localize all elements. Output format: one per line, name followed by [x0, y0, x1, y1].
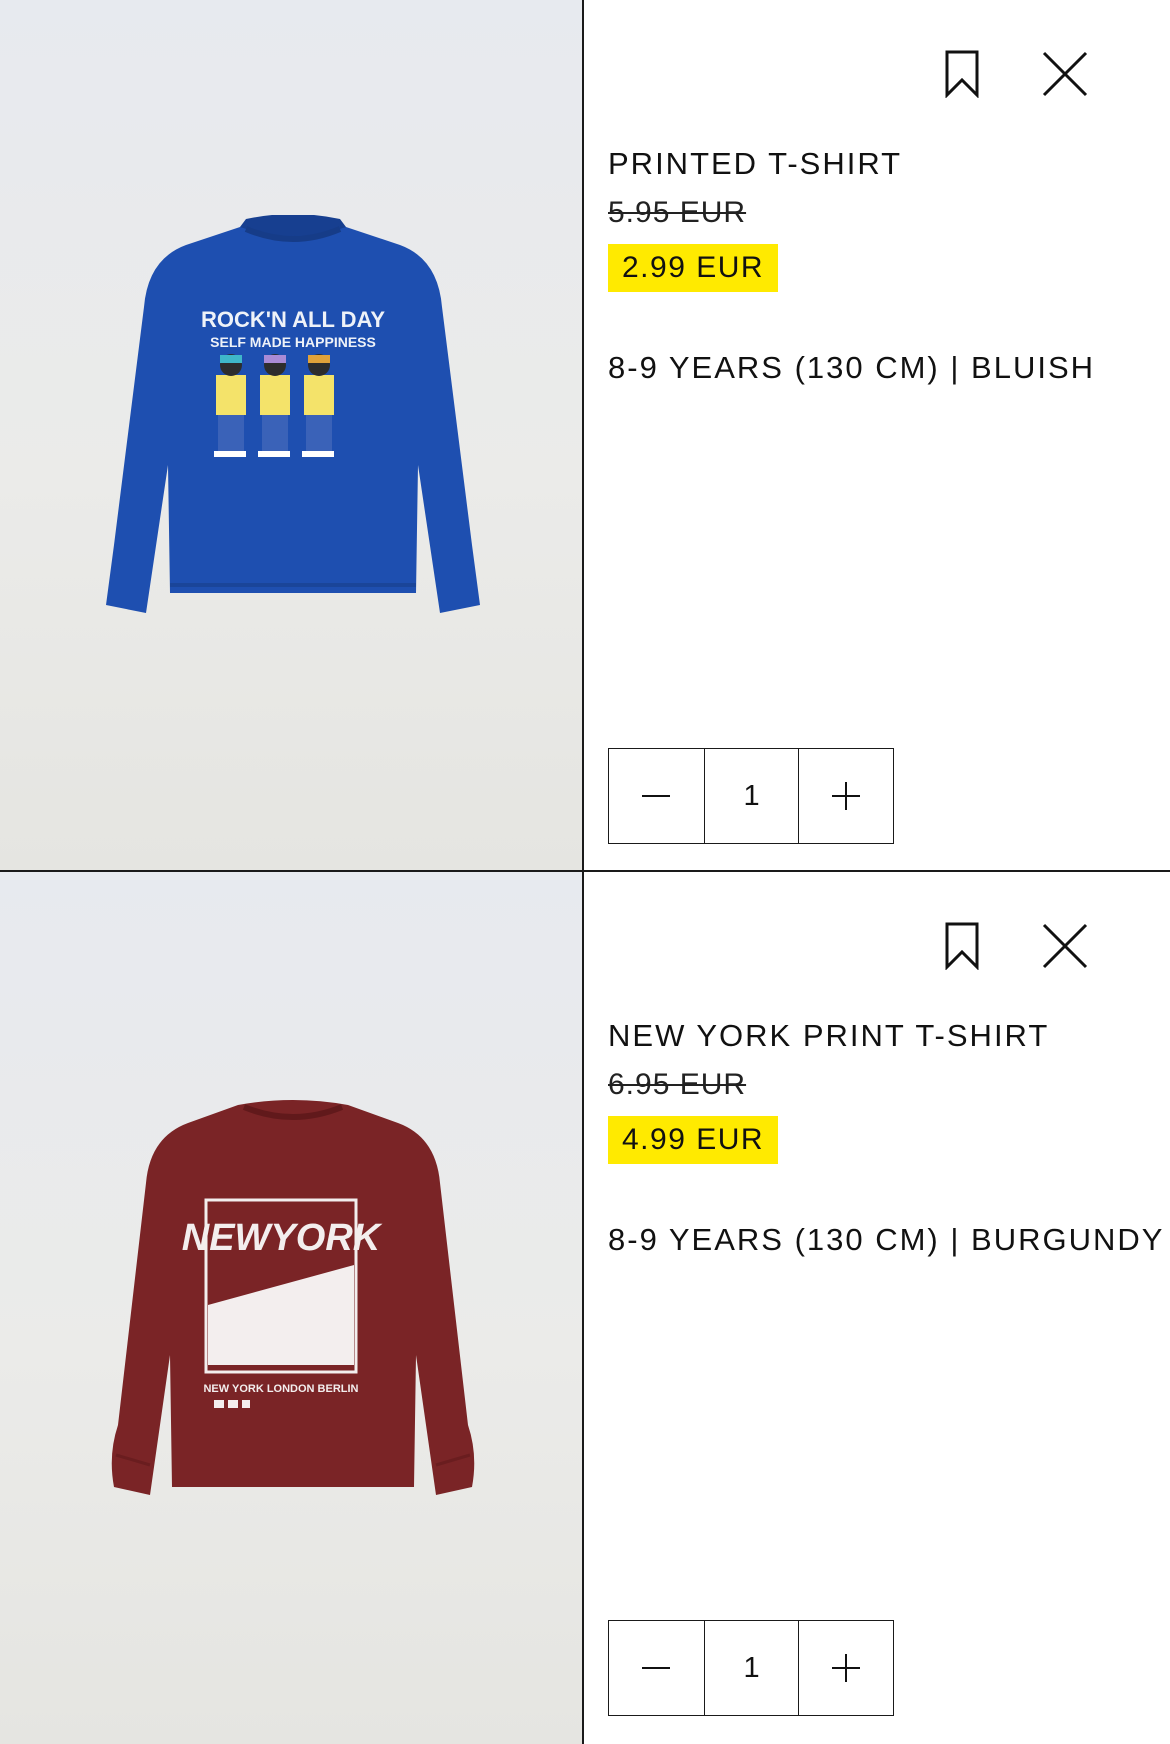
product-image[interactable]: NEWYORK NEW YORK LONDON BERLIN: [0, 872, 584, 1744]
shirt-print-line2: SELF MADE HAPPINESS: [210, 334, 376, 350]
burgundy-tshirt-image: NEWYORK NEW YORK LONDON BERLIN: [111, 1100, 475, 1495]
quantity-text: 1: [743, 1651, 760, 1684]
bookmark-icon[interactable]: [934, 46, 990, 102]
decrease-quantity-button[interactable]: [609, 749, 704, 843]
plus-icon: [832, 782, 861, 810]
product-name[interactable]: NEW YORK PRINT T-SHIRT: [608, 1018, 1049, 1054]
shirt-print-line2: NEW YORK LONDON BERLIN: [203, 1383, 358, 1395]
increase-quantity-button[interactable]: [798, 749, 893, 843]
minus-icon: [642, 1667, 671, 1669]
quantity-text: 1: [743, 779, 760, 812]
shirt-print-line1: NEWYORK: [182, 1217, 383, 1259]
product-info: PRINTED T-SHIRT 5.95 EUR 2.99 EUR 8-9 YE…: [584, 0, 1170, 870]
close-icon[interactable]: [1037, 918, 1093, 974]
size-color-variant: 8-9 YEARS (130 CM) | BURGUNDY: [608, 1222, 1165, 1257]
quantity-stepper: 1: [608, 1620, 894, 1716]
product-image[interactable]: ROCK'N ALL DAY SELF MADE HAPPINESS: [0, 0, 584, 870]
quantity-stepper: 1: [608, 748, 894, 844]
blue-tshirt-image: ROCK'N ALL DAY SELF MADE HAPPINESS: [106, 215, 480, 613]
plus-icon: [832, 1654, 861, 1682]
minus-icon: [642, 795, 671, 797]
cart-item: NEWYORK NEW YORK LONDON BERLIN NEW YORK …: [0, 872, 1170, 1744]
quantity-value[interactable]: 1: [703, 749, 799, 843]
sale-price: 2.99 EUR: [608, 244, 779, 292]
sale-price: 4.99 EUR: [608, 1116, 779, 1164]
bookmark-icon[interactable]: [934, 918, 990, 974]
cart-item: ROCK'N ALL DAY SELF MADE HAPPINESS PRINT…: [0, 0, 1170, 872]
quantity-value[interactable]: 1: [703, 1621, 799, 1715]
decrease-quantity-button[interactable]: [609, 1621, 704, 1715]
product-name[interactable]: PRINTED T-SHIRT: [608, 146, 902, 182]
increase-quantity-button[interactable]: [798, 1621, 893, 1715]
product-info: NEW YORK PRINT T-SHIRT 6.95 EUR 4.99 EUR…: [584, 872, 1170, 1744]
original-price: 5.95 EUR: [608, 196, 747, 229]
original-price: 6.95 EUR: [608, 1068, 747, 1101]
close-icon[interactable]: [1037, 46, 1093, 102]
shirt-print-line1: ROCK'N ALL DAY: [201, 307, 385, 332]
size-color-variant: 8-9 YEARS (130 CM) | BLUISH: [608, 350, 1096, 385]
